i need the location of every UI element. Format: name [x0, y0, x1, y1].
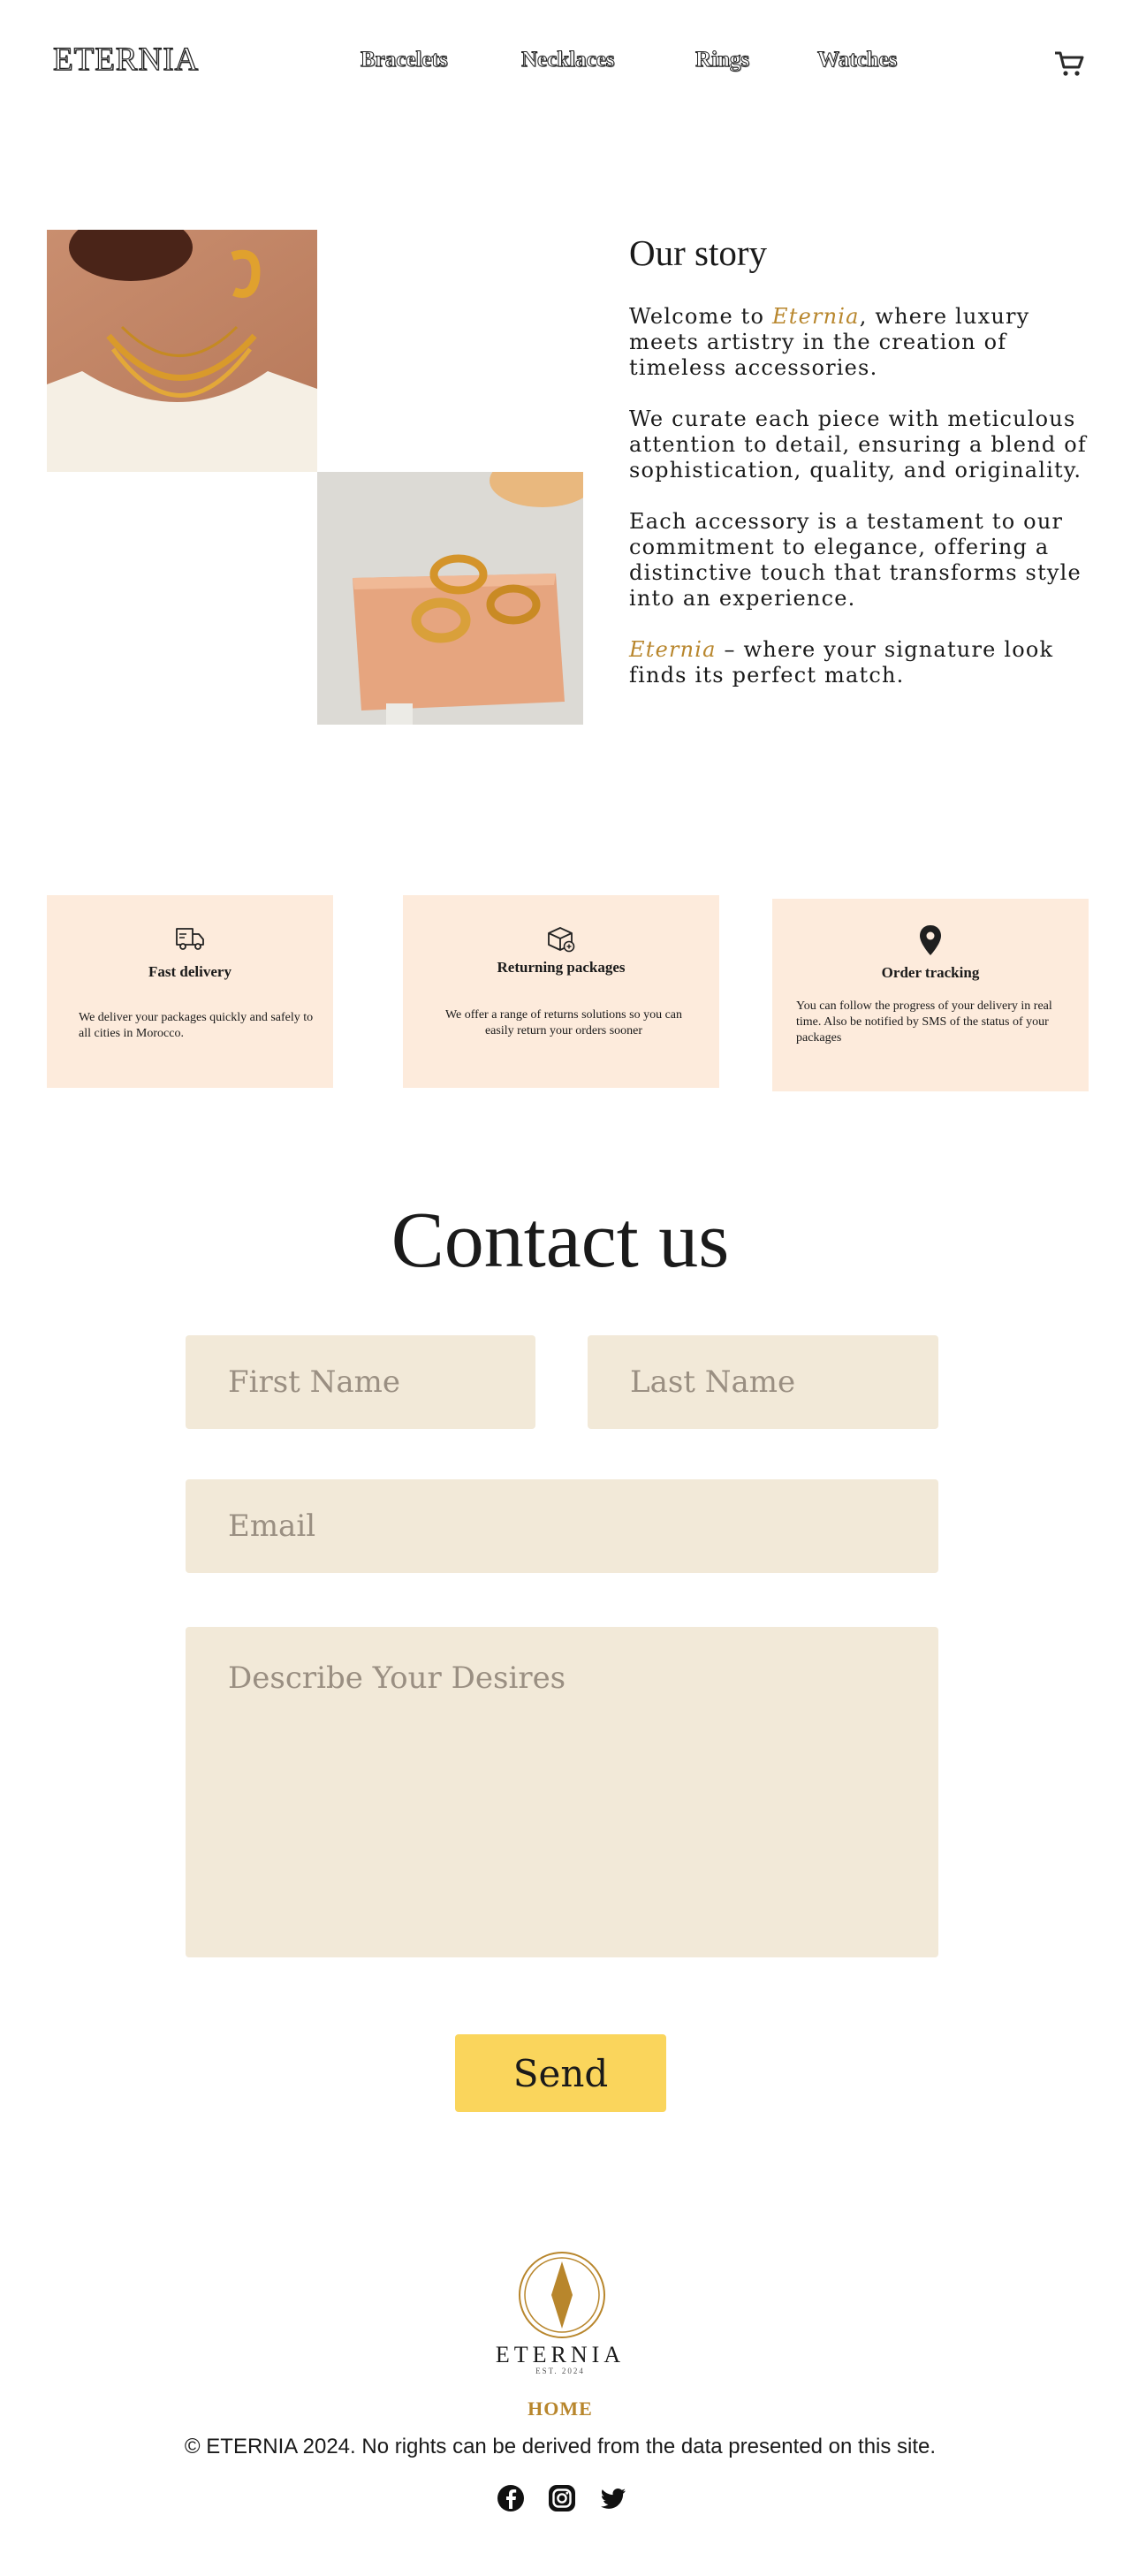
copyright-text: © ETERNIA 2024. No rights can be derived… — [184, 2435, 937, 2458]
story-title: Our story — [629, 232, 768, 273]
instagram-icon[interactable] — [547, 2483, 577, 2513]
eternia-emblem-icon — [519, 2252, 605, 2338]
delivery-truck-icon — [176, 928, 204, 950]
feature-text: You can follow the progress of your deli… — [796, 999, 1052, 1045]
footer-established: EST. 2024 — [535, 2367, 585, 2375]
feature-title: Order tracking — [881, 964, 980, 981]
last-name-field[interactable] — [588, 1335, 938, 1429]
nav-necklaces[interactable]: Necklaces — [521, 48, 616, 72]
message-field[interactable] — [186, 1627, 938, 1957]
feature-text: We offer a range of returns solutions so… — [444, 1008, 683, 1037]
story-paragraph-4: Eternia – where your signature look find… — [629, 637, 1054, 688]
location-pin-icon — [920, 925, 941, 955]
story-paragraph-3: Each accessory is a testament to our com… — [629, 509, 1082, 611]
send-button[interactable]: Send — [455, 2034, 666, 2112]
first-name-field[interactable] — [186, 1335, 535, 1429]
email-field[interactable] — [186, 1479, 938, 1573]
necklace-photo — [47, 230, 317, 472]
brand-name: Eternia — [629, 637, 717, 662]
footer-brand: ETERNIA — [495, 2342, 626, 2367]
feature-title: Fast delivery — [148, 963, 232, 980]
feature-card-fast-delivery: Fast delivery We deliver your packages q… — [47, 895, 333, 1088]
rings-box-photo — [317, 472, 583, 725]
nav-rings[interactable]: Rings — [695, 48, 749, 72]
facebook-icon[interactable] — [496, 2483, 526, 2513]
nav-watches[interactable]: Watches — [816, 48, 897, 72]
feature-card-returning-packages: Returning packages We offer a range of r… — [403, 895, 719, 1088]
story-paragraph-2: We curate each piece with meticulous att… — [629, 407, 1087, 483]
contact-title: Contact us — [391, 1197, 730, 1284]
cart-icon[interactable] — [1053, 49, 1085, 78]
nav-bracelets[interactable]: Bracelets — [361, 48, 449, 72]
footer-home-link[interactable]: HOME — [0, 2397, 1120, 2420]
brand-name: Eternia — [772, 304, 860, 329]
package-return-icon — [548, 927, 575, 953]
story-paragraph-1: Welcome to Eternia, where luxury meets a… — [629, 304, 1030, 380]
feature-title: Returning packages — [497, 959, 626, 976]
feature-card-order-tracking: Order tracking You can follow the progre… — [772, 899, 1089, 1091]
feature-text: We deliver your packages quickly and saf… — [79, 1011, 314, 1040]
logo[interactable]: ETERNIA — [52, 41, 199, 79]
story-body: Welcome to Eternia, where luxury meets a… — [629, 304, 1097, 714]
twitter-icon[interactable] — [598, 2483, 628, 2513]
